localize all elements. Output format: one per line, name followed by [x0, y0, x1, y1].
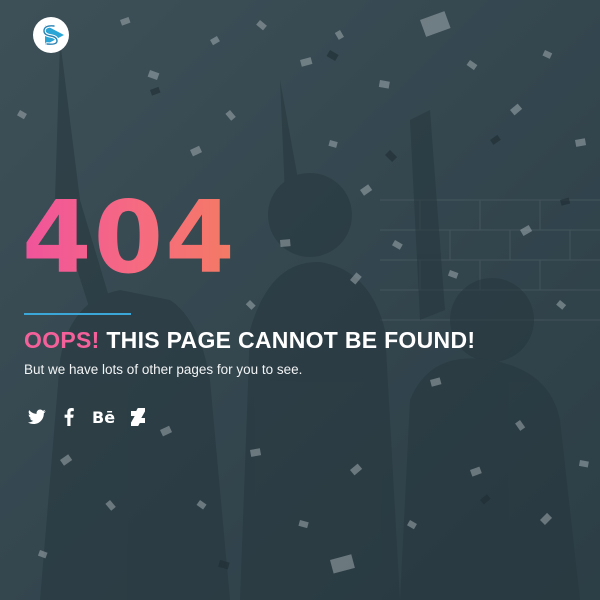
facebook-icon[interactable]	[60, 406, 78, 428]
social-links: Bē	[28, 406, 147, 428]
color-overlay	[0, 0, 600, 600]
headline-accent: OOPS!	[24, 327, 100, 353]
headline-rest: THIS PAGE CANNOT BE FOUND!	[106, 327, 476, 353]
twitter-icon[interactable]	[28, 406, 46, 428]
deviantart-icon[interactable]	[129, 406, 147, 428]
behance-icon[interactable]: Bē	[92, 406, 115, 428]
page-subtitle: But we have lots of other pages for you …	[24, 362, 303, 377]
error-code: 404	[22, 179, 237, 296]
brand-logo-icon[interactable]	[30, 14, 72, 56]
divider-line	[24, 313, 131, 315]
page-title: OOPS! THIS PAGE CANNOT BE FOUND!	[24, 327, 475, 354]
